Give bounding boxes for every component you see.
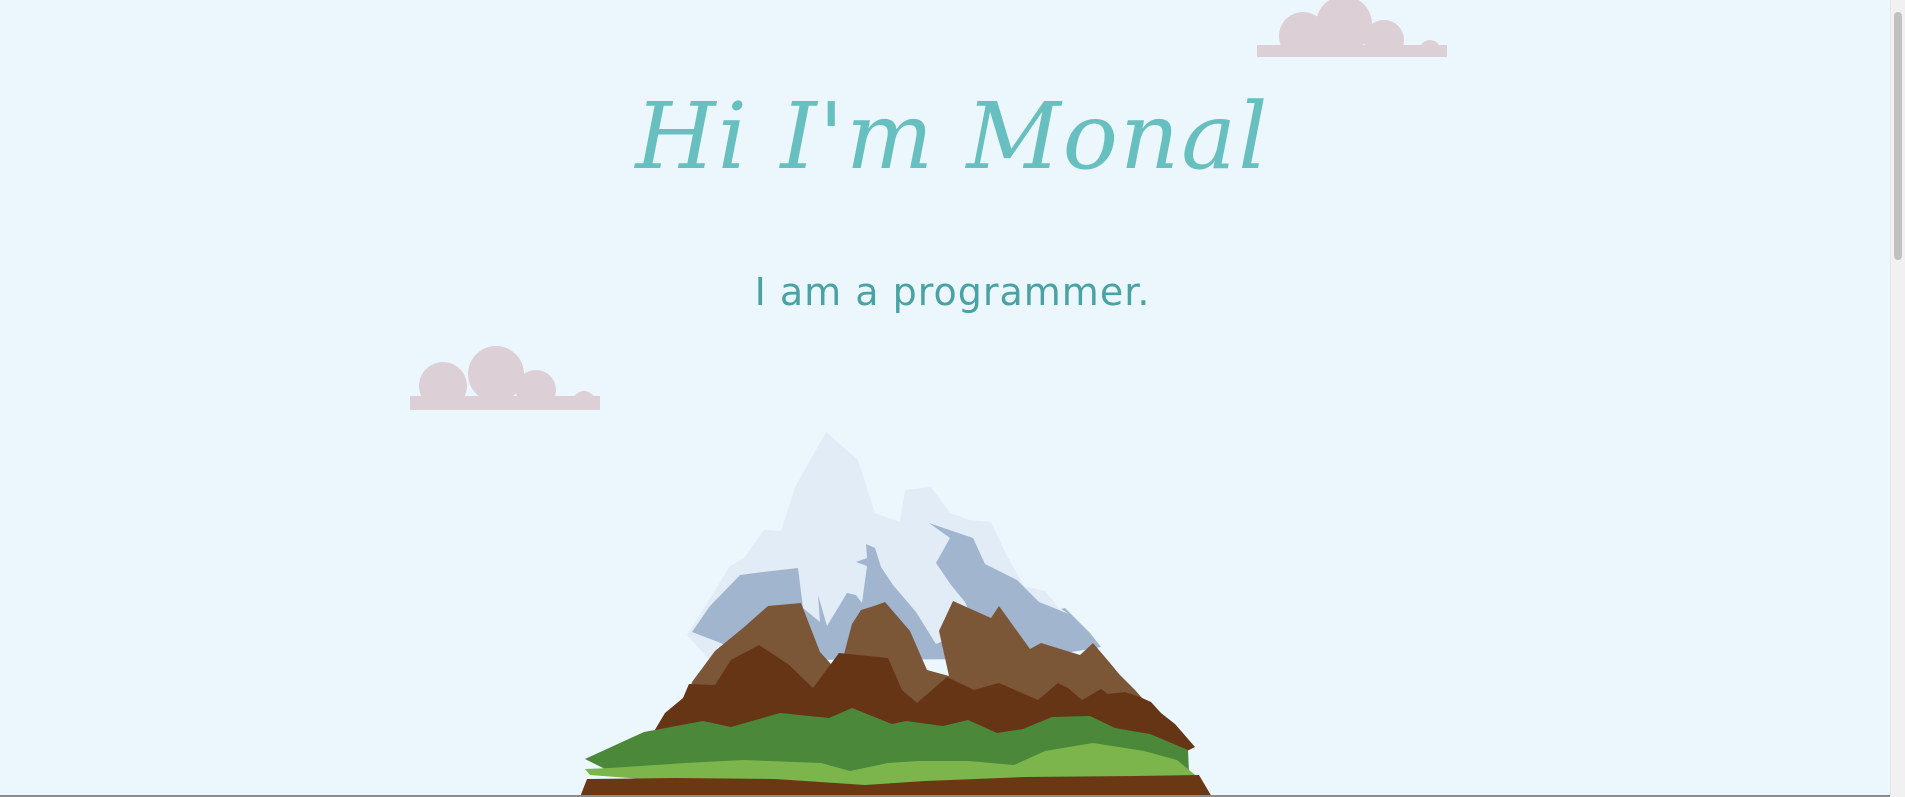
scrollbar-thumb[interactable]: [1894, 12, 1902, 260]
vertical-scrollbar[interactable]: [1890, 0, 1905, 797]
page: Hi I'm Monal I am a programmer.: [0, 0, 1905, 797]
hero-subtitle: I am a programmer.: [754, 270, 1151, 314]
mountain-illustration: [580, 432, 1212, 797]
cloud-icon: [410, 346, 600, 410]
cloud-icon: [1257, 0, 1447, 57]
hero-title: Hi I'm Monal: [635, 83, 1270, 190]
